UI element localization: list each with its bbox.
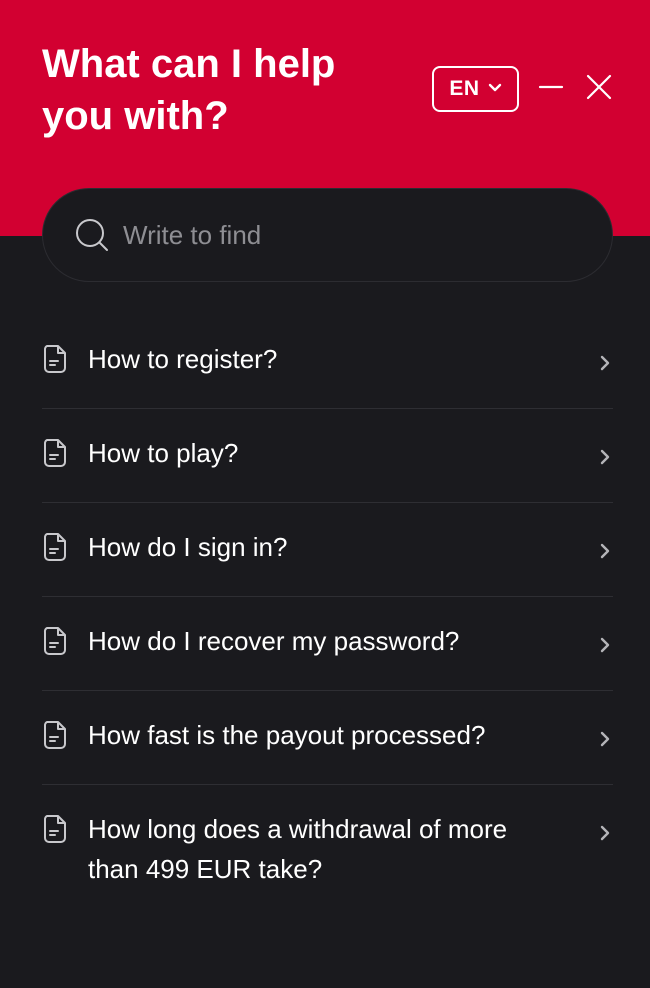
faq-item[interactable]: How do I sign in? (42, 503, 613, 597)
chevron-right-icon (597, 635, 613, 655)
chevron-right-icon (597, 353, 613, 373)
faq-item-label: How to play? (88, 438, 239, 468)
faq-list: How to register? How to play? How do I s… (42, 315, 613, 925)
search-bar[interactable] (42, 188, 613, 282)
chevron-right-icon (597, 447, 613, 467)
faq-item-label: How do I recover my password? (88, 626, 460, 656)
document-icon (42, 814, 68, 844)
page-title: What can I help you with? (42, 42, 336, 138)
faq-item-label: How to register? (88, 344, 278, 374)
chevron-right-icon (597, 823, 613, 843)
document-icon (42, 532, 68, 562)
faq-item-label: How fast is the payout processed? (88, 720, 486, 750)
search-input[interactable] (123, 219, 563, 251)
document-icon (42, 626, 68, 656)
language-select[interactable]: EN (432, 66, 519, 112)
chevron-right-icon (597, 541, 613, 561)
chevron-right-icon (597, 729, 613, 749)
faq-item[interactable]: How to register? (42, 315, 613, 409)
faq-item[interactable]: How long does a withdrawal of more than … (42, 785, 613, 925)
document-icon (42, 438, 68, 468)
document-icon (42, 720, 68, 750)
faq-item[interactable]: How fast is the payout processed? (42, 691, 613, 785)
faq-item[interactable]: How do I recover my password? (42, 597, 613, 691)
minimize-icon (538, 74, 564, 105)
faq-item-label: How do I sign in? (88, 532, 288, 562)
minimize-button[interactable] (534, 72, 568, 106)
chevron-down-icon (488, 80, 502, 98)
search-icon (75, 218, 109, 252)
close-icon (585, 73, 613, 106)
language-label: EN (449, 77, 480, 100)
faq-item[interactable]: How to play? (42, 409, 613, 503)
document-icon (42, 344, 68, 374)
faq-item-label: How long does a withdrawal of more than … (88, 814, 508, 884)
close-button[interactable] (582, 72, 616, 106)
